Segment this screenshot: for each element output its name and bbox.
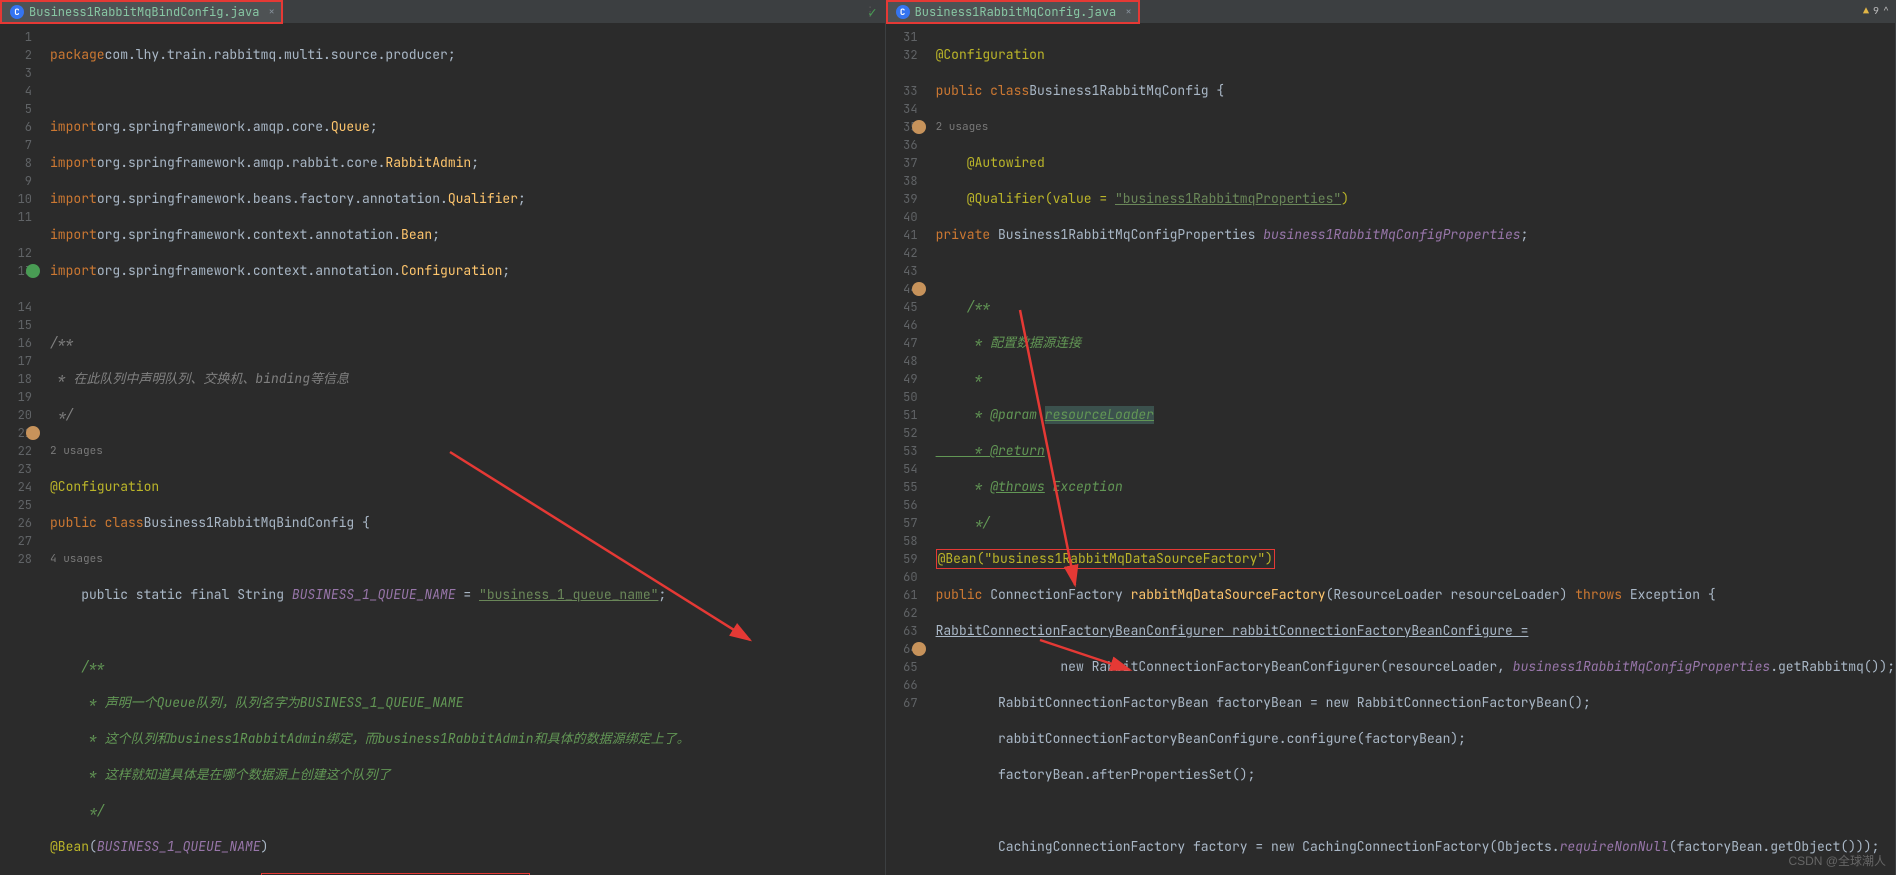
bean-gutter-icon[interactable] <box>912 120 926 134</box>
warning-icon: ▲ <box>1863 4 1869 17</box>
close-icon[interactable]: × <box>264 5 275 19</box>
right-code-area[interactable]: @Configuration public class Business1Rab… <box>928 24 1895 875</box>
left-code-editor[interactable]: 1234567891011 12 13 14151617181920 21 22… <box>0 24 885 875</box>
chevron-up-icon: ^ <box>1883 4 1889 17</box>
right-code-editor[interactable]: 3132 3334 35 3637383940414243 44 4546474… <box>886 24 1895 875</box>
bean-gutter-icon[interactable] <box>26 426 40 440</box>
bean-gutter-icon[interactable] <box>912 282 926 296</box>
tab-label: Business1RabbitMqBindConfig.java <box>29 4 259 20</box>
right-editor-pane: C Business1RabbitMqConfig.java × ▲ 9 ^ 3… <box>886 0 1896 875</box>
tab-bind-config[interactable]: C Business1RabbitMqBindConfig.java × <box>0 0 283 24</box>
right-tab-bar: C Business1RabbitMqConfig.java × <box>886 0 1895 24</box>
left-gutter: 1234567891011 12 13 14151617181920 21 22… <box>0 24 42 875</box>
left-tab-bar: C Business1RabbitMqBindConfig.java × ⋮ <box>0 0 885 24</box>
left-code-area[interactable]: package com.lhy.train.rabbitmq.multi.sou… <box>42 24 885 875</box>
right-gutter: 3132 3334 35 3637383940414243 44 4546474… <box>886 24 928 875</box>
watermark: CSDN @全球潮人 <box>1788 852 1886 869</box>
tab-mq-config[interactable]: C Business1RabbitMqConfig.java × <box>886 0 1140 24</box>
tab-label: Business1RabbitMqConfig.java <box>915 4 1117 20</box>
run-gutter-icon[interactable] <box>26 264 40 278</box>
inspection-indicator[interactable]: ▲ 9 ^ <box>1863 4 1889 17</box>
java-class-icon: C <box>10 5 24 19</box>
bean-gutter-icon[interactable] <box>912 642 926 656</box>
close-icon[interactable]: × <box>1121 5 1132 19</box>
java-class-icon: C <box>896 5 910 19</box>
left-editor-pane: C Business1RabbitMqBindConfig.java × ⋮ ✓… <box>0 0 886 875</box>
checkmark-icon: ✓ <box>868 4 876 22</box>
